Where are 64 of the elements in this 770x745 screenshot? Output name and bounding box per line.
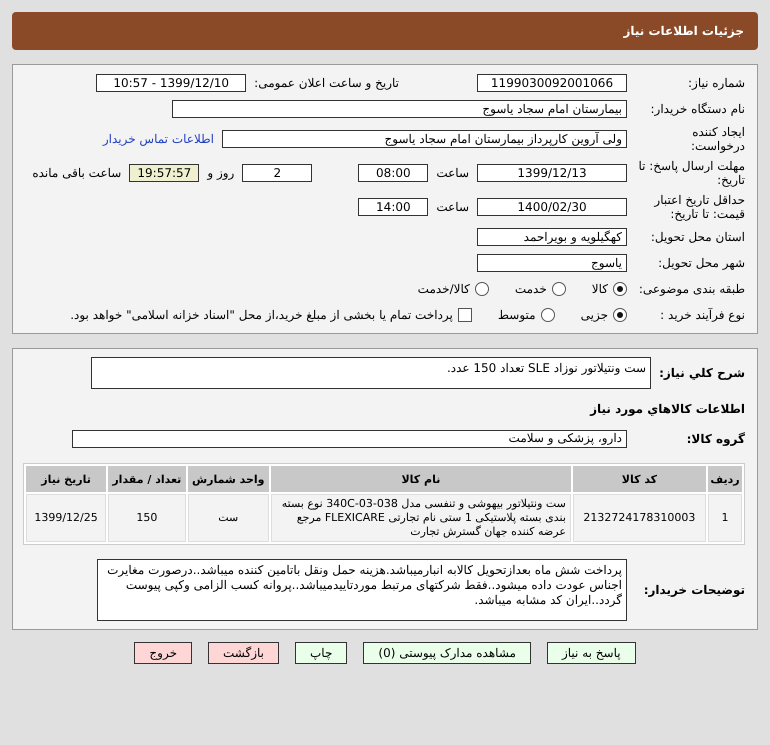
page-title: جزئیات اطلاعات نیاز bbox=[12, 12, 758, 50]
validity-time-field[interactable]: 14:00 bbox=[358, 198, 428, 216]
buyer-org-field[interactable]: بیمارستان امام سجاد یاسوج bbox=[172, 100, 627, 118]
field-label: ایجاد کننده درخواست: bbox=[690, 125, 745, 153]
radio-button[interactable] bbox=[613, 308, 627, 322]
radio-label: کالا bbox=[592, 282, 608, 296]
field-label: ساعت bbox=[436, 166, 469, 180]
province-field[interactable]: کهگیلویه و بویراحمد bbox=[477, 228, 627, 246]
field-label: نوع فرآیند خرید : bbox=[659, 308, 745, 322]
field-label: روز و bbox=[207, 166, 234, 180]
deadline-time-field[interactable]: 08:00 bbox=[358, 164, 428, 182]
exit-button[interactable]: خروج bbox=[134, 642, 192, 664]
action-button[interactable]: چاپ bbox=[295, 642, 348, 664]
field-label: تاریخ و ساعت اعلان عمومی: bbox=[254, 76, 399, 90]
validity-date-field[interactable]: 1400/02/30 bbox=[477, 198, 627, 216]
checkbox[interactable] bbox=[458, 308, 472, 322]
need-number-field[interactable]: 1199030092001066 bbox=[477, 74, 627, 92]
field-label: ساعت باقی مانده bbox=[32, 166, 122, 180]
radio-button[interactable] bbox=[540, 308, 555, 322]
field-label: نام دستگاه خریدار: bbox=[650, 102, 745, 116]
field-label: مهلت ارسال پاسخ: تا تاریخ: bbox=[637, 159, 745, 187]
table-cell: 1 bbox=[708, 494, 742, 542]
creator-field[interactable]: ولی آروین کارپرداز بیمارستان امام سجاد یاسوج bbox=[222, 130, 627, 148]
radio-label: کالا/خدمت bbox=[418, 282, 470, 296]
field-label: گروه کالا: bbox=[686, 432, 745, 446]
column-header: تاریخ نیاز bbox=[26, 466, 106, 492]
action-button[interactable]: مشاهده مدارک پیوستی (0) bbox=[363, 642, 531, 664]
field-label: شهر محل تحویل: bbox=[657, 256, 745, 270]
radio-button[interactable] bbox=[474, 282, 489, 296]
field-label: شماره نیاز: bbox=[687, 76, 745, 90]
summary-field[interactable]: ست ونتیلاتور نوزاد SLE تعداد 150 عدد. bbox=[91, 357, 652, 389]
column-header: نام کالا bbox=[270, 466, 571, 492]
field-label: توضیحات خریدار: bbox=[642, 583, 745, 597]
radio-button[interactable] bbox=[613, 282, 627, 296]
radio-button[interactable] bbox=[552, 282, 566, 296]
announce-date-field[interactable]: 1399/12/10 - 10:57 bbox=[96, 74, 246, 92]
table-cell: ست ونتیلاتور بیهوشی و تنفسی مدل 038-03-340C نوع بسته بندی بسته پلاستیکی 1 ستی نام تجارتی FLEXICARE مرجع عرضه کننده جهان گسترش تجارت bbox=[270, 494, 571, 542]
table-cell: ست bbox=[188, 494, 269, 542]
field-label: شرح کلي نياز: bbox=[659, 366, 745, 380]
radio-label: متوسط bbox=[498, 308, 536, 322]
checkbox-label: پرداخت تمام یا بخشی از مبلغ خرید،از محل "اسناد خزانه اسلامی" خواهد بود. bbox=[70, 308, 453, 322]
exit-button[interactable]: بازگشت bbox=[208, 642, 279, 664]
field-label: حداقل تاریخ اعتبار قیمت: تا تاریخ: bbox=[652, 193, 745, 221]
radio-label: خدمت bbox=[514, 282, 547, 296]
buyer-contact-link[interactable]: اطلاعات تماس خریدار bbox=[102, 132, 214, 146]
buyer-notes-field[interactable]: پرداخت شش ماه بعدازتحویل کالابه انبارمیباشد.هزینه حمل ونقل باتامین کننده میباشد..درصورت مغایرت اجناس عودت داده میشود..فقط شرکتهای مرتبط موردتاییدمیباشد..پروانه کسب الزامی وکپی پیوست گردد..ایران کد مشابه میباشد. bbox=[97, 559, 627, 621]
field-label: طبقه بندی موضوعی: bbox=[638, 282, 745, 296]
column-header: ردیف bbox=[708, 466, 742, 492]
remaining-time-field: 19:57:57 bbox=[129, 164, 200, 182]
city-field[interactable]: یاسوج bbox=[477, 254, 627, 272]
field-label: ساعت bbox=[436, 200, 469, 214]
section-heading: اطلاعات کالاهاي مورد نياز bbox=[590, 402, 745, 416]
days-field[interactable]: 2 bbox=[242, 164, 312, 182]
radio-label: جزیی bbox=[580, 308, 608, 322]
table-cell: 150 bbox=[108, 494, 186, 542]
table-cell: 1399/12/25 bbox=[26, 494, 106, 542]
column-header: تعداد / مقدار bbox=[108, 466, 186, 492]
column-header: کد کالا bbox=[572, 466, 706, 492]
deadline-date-field[interactable]: 1399/12/13 bbox=[477, 164, 627, 182]
field-label: استان محل تحویل: bbox=[650, 230, 745, 244]
action-button[interactable]: پاسخ به نیاز bbox=[546, 642, 636, 664]
table-cell: 2132724178310003 bbox=[572, 494, 706, 542]
column-header: واحد شمارش bbox=[188, 466, 269, 492]
goods-group-field[interactable]: دارو، پزشکی و سلامت bbox=[72, 430, 627, 448]
